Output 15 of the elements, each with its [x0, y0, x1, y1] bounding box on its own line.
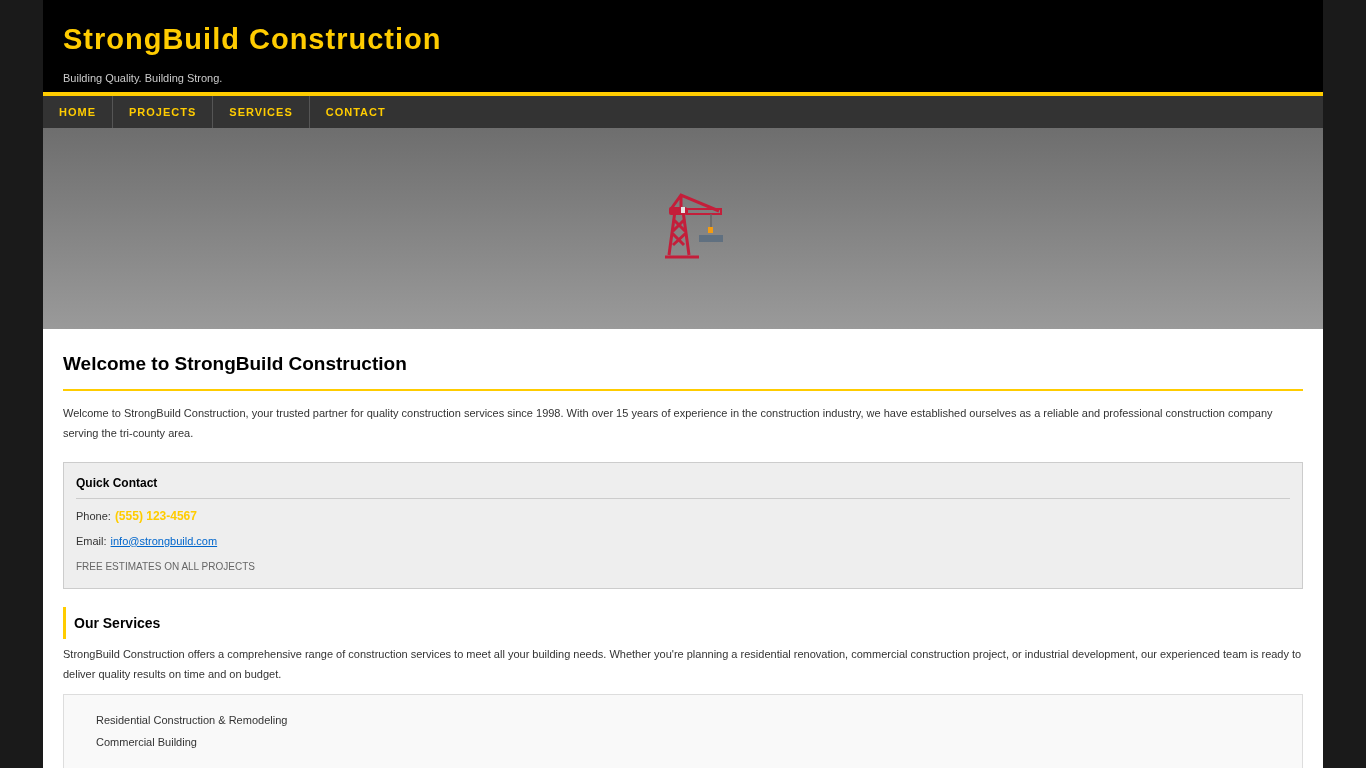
phone-number: (555) 123-4567 — [114, 507, 197, 525]
welcome-heading: Welcome to StrongBuild Construction — [63, 350, 1303, 391]
email-label: Email: — [76, 533, 107, 549]
service-item: Residential Construction & Remodeling — [96, 713, 289, 728]
site-tagline: Building Quality. Building Strong. — [63, 70, 224, 86]
email-link[interactable]: info@strongbuild.com — [110, 532, 218, 549]
welcome-paragraph: Welcome to StrongBuild Construction, your trusted partner for quality construction services since 1998. With over 15 years of experience in the construction industry, we have established ourselves as a reliable and professional construction company serving the tri-county area. — [63, 405, 1274, 441]
estimates-note: FREE ESTIMATES ON ALL PROJECTS — [76, 560, 256, 574]
services-paragraph: StrongBuild Construction offers a comprehensive range of construction services to meet all your building needs. Whether you're planning a residential renovation, commercial construction project, or industrial development, our experienced team is ready to deliver quality results on time and on budget. — [63, 647, 1303, 682]
quick-contact-heading: Quick Contact — [76, 473, 1290, 499]
site-title: StrongBuild Construction — [63, 22, 443, 57]
phone-label: Phone: — [76, 508, 111, 524]
nav-link[interactable]: CONTACT — [309, 96, 402, 128]
services-heading: Our Services — [63, 607, 1303, 639]
service-item: Commercial Building — [96, 735, 198, 750]
